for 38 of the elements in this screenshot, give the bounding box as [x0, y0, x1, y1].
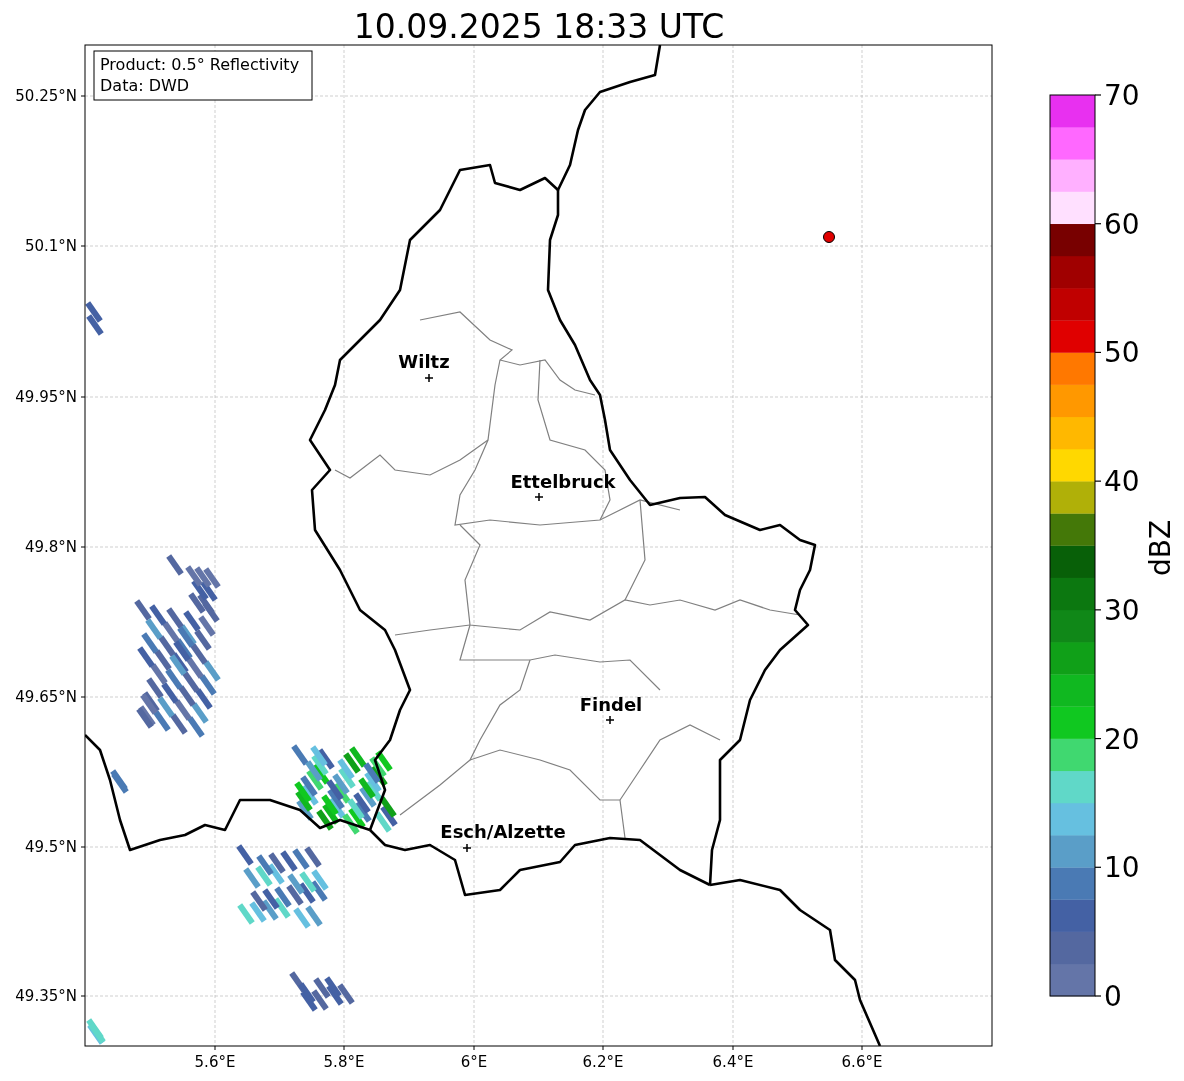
info-text: Data: DWD	[100, 76, 190, 95]
longitude-label: 5.6°E	[194, 1053, 236, 1071]
radar-echo-drawing	[86, 1018, 106, 1045]
colorbar-tick-label: 60	[1104, 207, 1140, 241]
city-label: Wiltz	[398, 351, 450, 372]
city-label: Ettelbruck	[510, 471, 616, 492]
city-marker-icon	[534, 492, 544, 502]
colorbar-tick-label: 20	[1104, 722, 1140, 756]
colorbar-tick-label: 50	[1104, 336, 1140, 370]
colorbar-tick-label: 10	[1104, 851, 1140, 885]
radar-echo-drawing	[85, 301, 104, 336]
city-marker-icon	[424, 373, 434, 383]
colorbar-tick-label: 40	[1104, 465, 1140, 499]
longitude-label: 6.6°E	[841, 1053, 883, 1071]
longitude-label: 6.4°E	[712, 1053, 754, 1071]
latitude-label: 49.5°N	[24, 838, 77, 856]
colorbar-tick-label: 70	[1104, 79, 1140, 112]
latitude-label: 50.1°N	[24, 237, 77, 255]
latitude-label: 50.25°N	[15, 87, 77, 105]
longitude-label: 6°E	[460, 1053, 488, 1071]
latitude-label: 49.65°N	[15, 688, 77, 706]
colorbar-tick-label: 0	[1104, 980, 1122, 1013]
radar-echo-drawing	[110, 769, 129, 794]
radar-echo-drawing	[289, 971, 355, 1012]
latitude-label: 49.95°N	[15, 388, 77, 406]
longitude-label: 5.8°E	[323, 1053, 365, 1071]
latitude-label: 49.8°N	[24, 538, 77, 556]
city-label: Findel	[579, 694, 643, 715]
radar-site-marker	[823, 231, 835, 243]
info-text: Product: 0.5° Reflectivity	[100, 55, 300, 74]
city-label: Esch/Alzette	[440, 821, 566, 842]
colorbar-label: dBZ	[1144, 519, 1177, 577]
longitude-label: 6.2°E	[582, 1053, 624, 1071]
chart-title: 10.09.2025 18:33 UTC	[353, 7, 725, 46]
city-marker-icon	[462, 843, 472, 853]
latitude-label: 49.35°N	[15, 987, 77, 1005]
city-marker-icon	[605, 715, 615, 725]
colorbar-tick-label: 30	[1104, 593, 1140, 627]
